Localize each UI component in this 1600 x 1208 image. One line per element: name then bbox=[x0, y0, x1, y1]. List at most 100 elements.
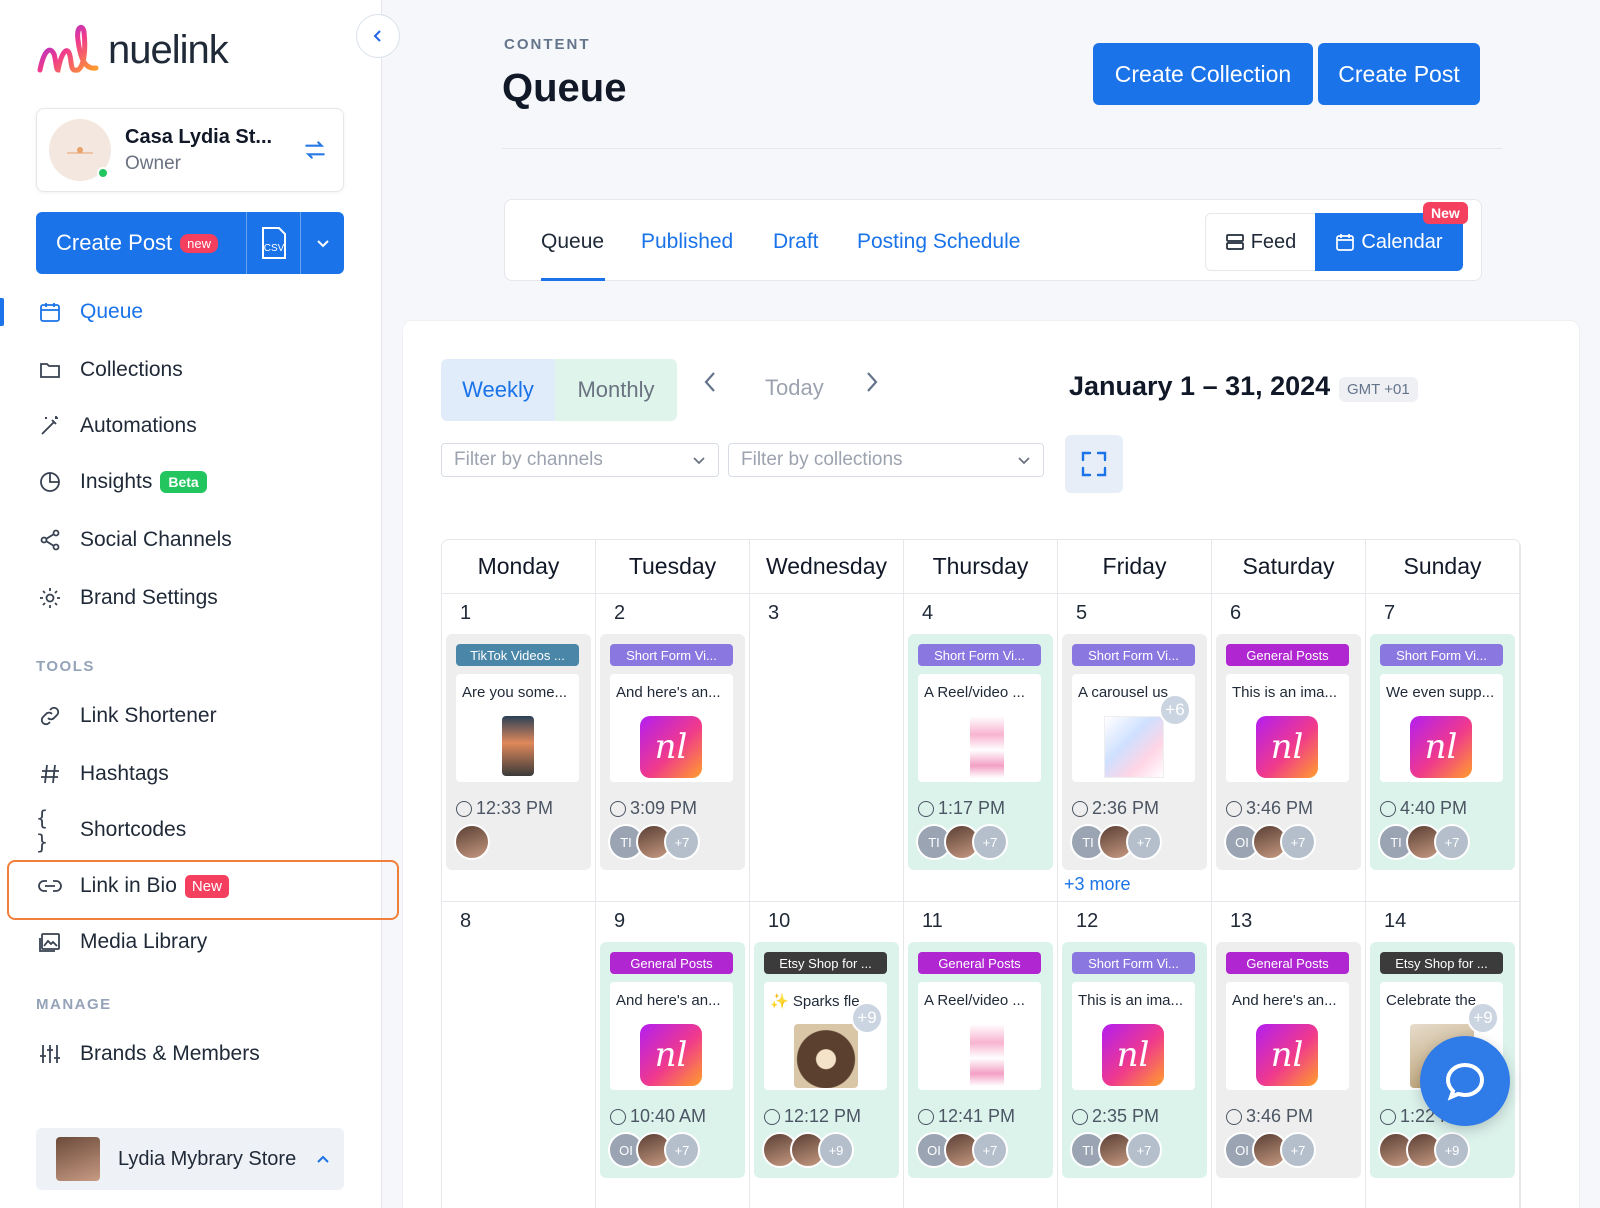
tab-posting-schedule[interactable]: Posting Schedule bbox=[857, 222, 1020, 262]
post-caption: This is an ima... bbox=[1078, 992, 1184, 1009]
next-button[interactable] bbox=[865, 369, 879, 400]
chat-icon bbox=[1445, 1062, 1485, 1101]
sidebar-item-media-library[interactable]: Media Library bbox=[36, 922, 207, 962]
nuelink-logo[interactable]: nuelink bbox=[36, 18, 229, 82]
extra-media-count: +6 bbox=[1159, 694, 1191, 726]
post-time-text: 12:12 PM bbox=[784, 1106, 862, 1126]
post-caption: A Reel/video ... bbox=[924, 992, 1025, 1009]
post-caption: And here's an... bbox=[616, 684, 721, 701]
post-preview: ✨ Sparks fle. +9 bbox=[764, 982, 887, 1090]
calendar-day-cell[interactable]: 12 Short Form Vi... This is an ima... nl 2:3… bbox=[1058, 902, 1212, 1208]
sidebar-item-automations[interactable]: Automations bbox=[36, 406, 197, 446]
clock-icon bbox=[610, 1108, 626, 1125]
collection-tag: General Posts bbox=[1226, 644, 1349, 666]
sidebar-item-social-channels[interactable]: Social Channels bbox=[36, 520, 232, 560]
sidebar-item-brands-members[interactable]: Brands & Members bbox=[36, 1034, 260, 1074]
scheduled-post-card[interactable]: Etsy Shop for ... ✨ Sparks fle. +9 12:12 PM… bbox=[754, 942, 899, 1178]
post-time: 2:35 PM bbox=[1072, 1106, 1159, 1127]
feed-label: Feed bbox=[1250, 230, 1297, 253]
tab-published[interactable]: Published bbox=[641, 222, 733, 262]
calendar-day-cell[interactable]: 5 Short Form Vi... A carousel us +6 2:36 PM T… bbox=[1058, 594, 1212, 902]
post-time-text: 4:40 PM bbox=[1400, 798, 1468, 818]
scheduled-post-card[interactable]: Short Form Vi... We even supp... nl 4:40 PM… bbox=[1370, 634, 1515, 870]
scheduled-post-card[interactable]: General Posts And here's an... nl 10:40 AM O… bbox=[600, 942, 745, 1178]
sidebar-item-link-shortener[interactable]: Link Shortener bbox=[36, 696, 217, 736]
create-post-button[interactable]: Create Post bbox=[1318, 43, 1480, 105]
switch-account-icon[interactable] bbox=[299, 134, 331, 166]
chat-support-button[interactable] bbox=[1420, 1036, 1510, 1126]
today-button[interactable]: Today bbox=[765, 375, 824, 401]
nuelink-thumbnail: nl bbox=[640, 716, 702, 778]
csv-icon: CSV bbox=[261, 227, 286, 259]
channel-avatars: OI +7 bbox=[608, 1132, 700, 1170]
nuelink-thumbnail: nl bbox=[1410, 716, 1472, 778]
nuelink-thumbnail: nl bbox=[1102, 1024, 1164, 1086]
calendar-day-cell[interactable]: 11 General Posts A Reel/video ... 12:41 PM O… bbox=[904, 902, 1058, 1208]
active-tab-underline bbox=[541, 278, 605, 281]
create-post-dropdown[interactable] bbox=[300, 212, 344, 274]
scheduled-post-card[interactable]: General Posts And here's an... nl 3:46 PM OI… bbox=[1216, 942, 1361, 1178]
sidebar-item-queue[interactable]: Queue bbox=[36, 292, 143, 332]
post-caption: A Reel/video ... bbox=[924, 684, 1025, 701]
calendar-day-cell[interactable]: 2 Short Form Vi... And here's an... nl 3:09 … bbox=[596, 594, 750, 902]
more-posts-link[interactable]: +3 more bbox=[1064, 874, 1131, 895]
more-channels-count: +7 bbox=[1126, 1132, 1162, 1168]
media-thumbnail bbox=[970, 1024, 1004, 1086]
post-preview: And here's an... nl bbox=[1226, 982, 1349, 1090]
sidebar-item-collections[interactable]: Collections bbox=[36, 350, 183, 390]
sidebar-create-post-button[interactable]: Create Post new bbox=[36, 212, 246, 274]
feed-icon bbox=[1225, 234, 1244, 250]
chevron-down-icon bbox=[316, 240, 329, 248]
scheduled-post-card[interactable]: Short Form Vi... A Reel/video ... 1:17 PM T… bbox=[908, 634, 1053, 870]
day-number: 3 bbox=[768, 602, 780, 624]
channel-avatars: TI +7 bbox=[608, 824, 700, 862]
scheduled-post-card[interactable]: Short Form Vi... A carousel us +6 2:36 PM TI… bbox=[1062, 634, 1207, 870]
scheduled-post-card[interactable]: TikTok Videos ... Are you some... 12:33 PM bbox=[446, 634, 591, 870]
channel-avatars: TI +7 bbox=[1378, 824, 1470, 862]
post-preview: Are you some... bbox=[456, 674, 579, 782]
previous-button[interactable] bbox=[703, 369, 717, 400]
calendar-day-cell[interactable]: 4 Short Form Vi... A Reel/video ... 1:17 PM… bbox=[904, 594, 1058, 902]
online-status-dot bbox=[97, 167, 109, 179]
header-divider bbox=[502, 148, 1502, 149]
more-channels-count: +7 bbox=[1280, 1132, 1316, 1168]
calendar-day-cell[interactable]: 13 General Posts And here's an... nl 3:46 PM… bbox=[1212, 902, 1366, 1208]
sidebar-item-shortcodes[interactable]: { } Shortcodes bbox=[36, 806, 186, 854]
calendar-day-cell[interactable]: 7 Short Form Vi... We even supp... nl 4:40 P… bbox=[1366, 594, 1520, 902]
clock-icon bbox=[918, 800, 934, 817]
calendar-day-cell[interactable]: 6 General Posts This is an ima... nl 3:46 PM… bbox=[1212, 594, 1366, 902]
sidebar-create-post: Create Post new CSV bbox=[36, 212, 344, 274]
csv-import-button[interactable]: CSV bbox=[246, 212, 300, 274]
scheduled-post-card[interactable]: Short Form Vi... This is an ima... nl 2:35 … bbox=[1062, 942, 1207, 1178]
more-channels-count: +7 bbox=[664, 824, 700, 860]
calendar-day-cell[interactable]: 1 TikTok Videos ... Are you some... 12:33 P… bbox=[442, 594, 596, 902]
account-switcher[interactable]: Casa Lydia St... Owner bbox=[36, 108, 344, 192]
store-avatar bbox=[56, 1137, 100, 1181]
tab-queue[interactable]: Queue bbox=[541, 222, 604, 262]
collapse-sidebar-button[interactable] bbox=[356, 14, 400, 58]
calendar-day-cell[interactable]: 10 Etsy Shop for ... ✨ Sparks fle. +9 12:12 … bbox=[750, 902, 904, 1208]
calendar-day-cell[interactable]: 3 bbox=[750, 594, 904, 902]
sidebar-item-hashtags[interactable]: Hashtags bbox=[36, 754, 169, 794]
monthly-button[interactable]: Monthly bbox=[555, 359, 677, 421]
image-icon bbox=[36, 928, 64, 956]
scheduled-post-card[interactable]: General Posts This is an ima... nl 3:46 PM O… bbox=[1216, 634, 1361, 870]
weekly-button[interactable]: Weekly bbox=[441, 359, 555, 421]
tab-draft[interactable]: Draft bbox=[773, 222, 819, 262]
collection-tag: Short Form Vi... bbox=[610, 644, 733, 666]
create-post-label: Create Post bbox=[56, 230, 173, 255]
scheduled-post-card[interactable]: General Posts A Reel/video ... 12:41 PM OI +… bbox=[908, 942, 1053, 1178]
create-collection-button[interactable]: Create Collection bbox=[1093, 43, 1313, 105]
feed-view-button[interactable]: Feed bbox=[1205, 213, 1315, 271]
filter-collections-select[interactable]: Filter by collections bbox=[728, 443, 1044, 477]
post-time-text: 3:09 PM bbox=[630, 798, 698, 818]
calendar-day-cell[interactable]: 9 General Posts And here's an... nl 10:40 AM… bbox=[596, 902, 750, 1208]
filter-channels-select[interactable]: Filter by channels bbox=[441, 443, 719, 477]
scheduled-post-card[interactable]: Short Form Vi... And here's an... nl 3:09 P… bbox=[600, 634, 745, 870]
sidebar-item-insights[interactable]: Insights Beta bbox=[36, 462, 207, 502]
sidebar-item-brand-settings[interactable]: Brand Settings bbox=[36, 578, 218, 618]
more-channels-count: +7 bbox=[972, 824, 1008, 860]
calendar-day-cell[interactable]: 8 bbox=[442, 902, 596, 1208]
store-switcher[interactable]: Lydia Mybrary Store bbox=[36, 1128, 344, 1190]
fullscreen-button[interactable] bbox=[1065, 435, 1123, 493]
